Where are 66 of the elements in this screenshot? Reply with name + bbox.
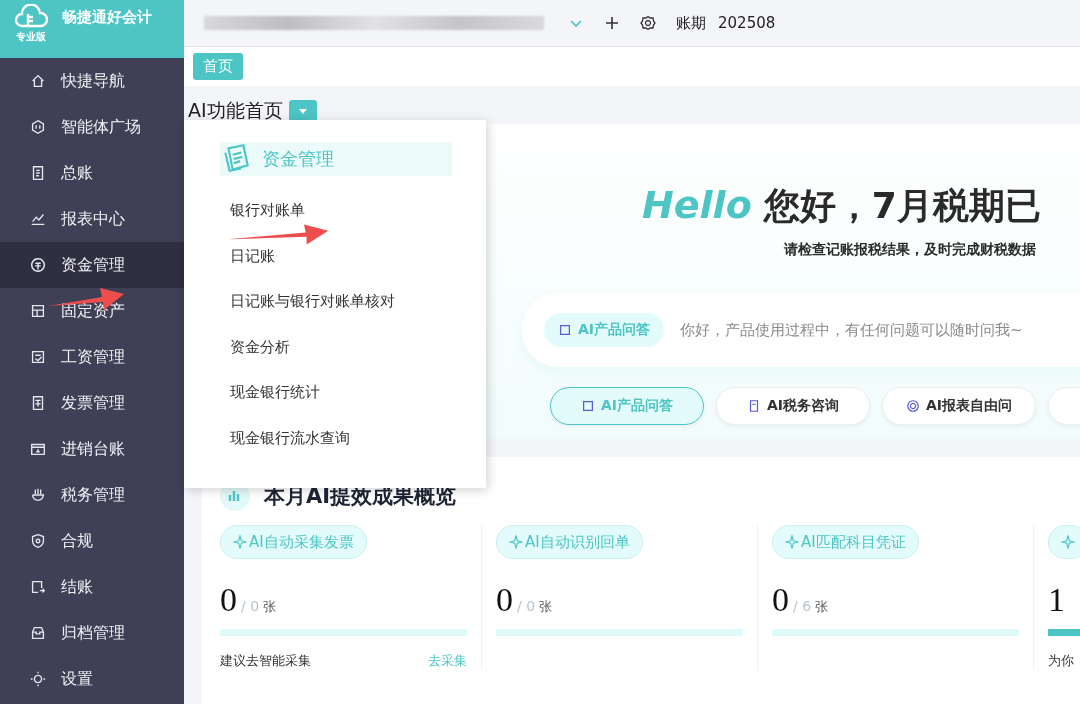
edition-label: 专业版 — [16, 30, 47, 44]
sidebar-item[interactable]: 归档管理 — [0, 610, 184, 656]
sidebar-item[interactable]: 设置 — [0, 656, 184, 702]
plus-icon[interactable] — [604, 15, 620, 31]
count-value: 1 — [1048, 581, 1065, 619]
page-title: AI功能首页 — [188, 98, 283, 123]
submenu-item[interactable]: 日记账与银行对账单核对 — [230, 279, 486, 325]
grid-icon — [29, 302, 47, 320]
dropdown-button[interactable] — [288, 100, 317, 122]
target-icon — [905, 399, 920, 413]
subtitle: 请检查记账报税结果，及时完成财税数据 — [784, 241, 1037, 259]
feature-tag: AI匹配科目凭证 — [772, 525, 919, 559]
feature-tag: AI自动采集发票 — [220, 525, 367, 559]
sidebar-item[interactable]: 进销台账 — [0, 426, 184, 472]
bowl-icon — [29, 486, 47, 504]
quick-question-button[interactable]: AI税务咨询 — [716, 387, 870, 425]
gear-icon — [29, 670, 47, 688]
sidebar-item[interactable]: 结账 — [0, 564, 184, 610]
count-total: / 6 — [793, 598, 812, 614]
sidebar-item[interactable]: 资金管理 — [0, 242, 184, 288]
caret-icon — [297, 106, 308, 116]
sparkle-icon — [785, 535, 799, 549]
sidebar-item[interactable]: 税务管理 — [0, 472, 184, 518]
submenu-title: 资金管理 — [262, 147, 334, 171]
submenu-item[interactable]: 现金银行统计 — [230, 370, 486, 416]
count-value: 0 — [772, 581, 789, 619]
submenu-item[interactable]: 资金分析 — [230, 324, 486, 370]
sidebar-item[interactable]: 报表中心 — [0, 196, 184, 242]
submenu-item[interactable]: 日记账 — [230, 233, 486, 279]
home-icon — [29, 72, 47, 90]
tray-icon — [29, 624, 47, 642]
sparkle-icon — [509, 535, 523, 549]
submenu-item[interactable]: 银行对账单 — [230, 188, 486, 234]
hello-text: Hello — [642, 183, 752, 227]
settings-icon[interactable] — [640, 15, 656, 31]
cloud-logo-icon — [14, 4, 48, 30]
sidebar-item[interactable]: 工资管理 — [0, 334, 184, 380]
sparkle-icon — [1061, 535, 1075, 549]
sparkle-icon — [233, 535, 247, 549]
sidebar-item[interactable]: 快捷导航 — [0, 58, 184, 104]
shield-icon — [29, 532, 47, 550]
count-unit: 张 — [539, 598, 553, 616]
count-total: / 0 — [517, 598, 536, 614]
suggestion-text: 为你 — [1048, 652, 1074, 670]
checklist-icon — [29, 348, 47, 366]
count-value: 0 — [496, 581, 513, 619]
count-total: / 0 — [241, 598, 260, 614]
feature-tag: AI自动识别回单 — [496, 525, 643, 559]
count-unit: 张 — [815, 598, 829, 616]
chat-input-field[interactable]: 你好，产品使用过程中，有任何问题可以随时问我~ — [678, 320, 1080, 340]
coin-icon — [29, 256, 47, 274]
sidebar-item[interactable]: 总账 — [0, 150, 184, 196]
suggestion-text: 建议去智能采集 — [220, 652, 311, 670]
quick-question-button[interactable]: AI报表自由问 — [882, 387, 1036, 425]
period-value: 202508 — [718, 14, 776, 32]
count-value: 0 — [220, 581, 237, 619]
export-icon — [29, 578, 47, 596]
sidebar-item[interactable]: 发票管理 — [0, 380, 184, 426]
brand-name: 畅捷通好会计 — [62, 7, 152, 27]
sidebar-item[interactable]: 智能体广场 — [0, 104, 184, 150]
sidebar-item[interactable]: 合规 — [0, 518, 184, 564]
period-label: 账期 — [676, 13, 706, 33]
submenu-item[interactable]: 现金银行流水查询 — [230, 415, 486, 461]
headline: 您好，7月税期已 — [763, 184, 1041, 228]
count-unit: 张 — [263, 598, 277, 616]
hexagon-icon — [29, 118, 47, 136]
